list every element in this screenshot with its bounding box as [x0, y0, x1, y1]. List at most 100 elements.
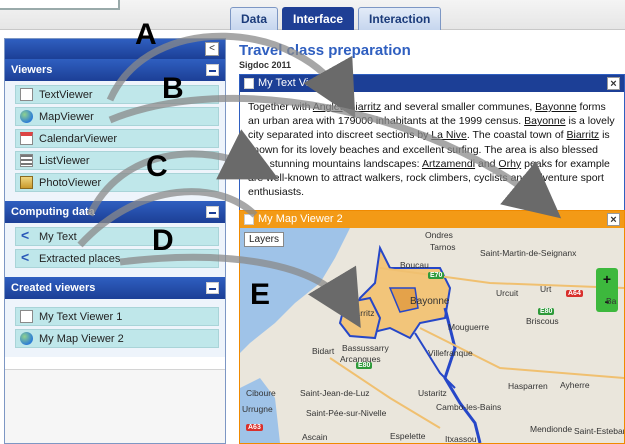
item-label: My Text Viewer 1 — [39, 310, 123, 323]
map-place-label: Boucau — [400, 260, 429, 270]
text-viewer-content: Together with Anglet, Biarritz and sever… — [240, 92, 624, 199]
place-link[interactable]: Biarritz — [348, 101, 381, 113]
calendar-icon — [20, 132, 33, 145]
map-place-label: Bayonne — [410, 296, 450, 307]
data-item-my-text[interactable]: My Text — [15, 227, 219, 246]
item-label: TextViewer — [39, 88, 93, 101]
place-link[interactable]: Bayonne — [524, 115, 565, 127]
map-place-label: Ondres — [425, 230, 453, 240]
map-place-label: Urt — [540, 284, 552, 294]
map-place-label: Biarritz — [348, 308, 375, 318]
place-link[interactable]: Orhy — [498, 158, 521, 170]
place-link[interactable]: Artzamendi — [422, 158, 475, 170]
map-place-label: Urrugne — [242, 404, 273, 414]
close-button[interactable]: × — [607, 213, 620, 226]
close-button[interactable]: × — [607, 77, 620, 90]
map-place-label: Mouguerre — [448, 322, 490, 332]
section-computing-data[interactable]: Computing data — [5, 201, 225, 223]
road-badge: A63 — [246, 424, 263, 431]
map-place-label: Ascain — [302, 432, 328, 442]
place-link[interactable]: Bayonne — [535, 101, 576, 113]
logo — [0, 0, 120, 10]
left-panel: < Viewers TextViewer MapViewer CalendarV… — [4, 38, 226, 444]
created-item-map-viewer-2[interactable]: My Map Viewer 2 — [15, 329, 219, 348]
annotation-label-c: C — [146, 150, 168, 183]
text-fragment: and — [475, 157, 499, 170]
tab-interaction[interactable]: Interaction — [358, 7, 442, 30]
section-created-viewers[interactable]: Created viewers — [5, 277, 225, 299]
viewer-item-mapviewer[interactable]: MapViewer — [15, 107, 219, 126]
place-link[interactable]: Biarritz — [567, 129, 600, 141]
minimize-icon[interactable] — [206, 64, 219, 76]
minimize-icon[interactable] — [206, 206, 219, 218]
panel-empty-area — [5, 369, 225, 443]
item-label: MapViewer — [39, 110, 94, 123]
map-viewer-header[interactable]: My Map Viewer 2 × — [240, 211, 624, 228]
share-icon — [20, 227, 33, 243]
map-place-label: Saint-Jean-de-Luz — [300, 388, 370, 398]
item-label: My Map Viewer 2 — [39, 332, 124, 345]
text-viewer-header[interactable]: My Text Viewer 1 × — [240, 75, 624, 92]
map-place-label: Villefranque — [428, 348, 473, 358]
globe-icon — [20, 332, 33, 345]
layers-button[interactable]: Layers — [244, 232, 285, 247]
item-label: PhotoViewer — [39, 176, 102, 189]
document-icon — [244, 78, 254, 89]
place-link[interactable]: La Nive — [431, 129, 467, 141]
map-viewer-window: My Map Viewer 2 × Layers + - Ondres Tarn… — [239, 210, 625, 444]
document-icon — [20, 88, 33, 101]
section-viewers[interactable]: Viewers — [5, 59, 225, 81]
page-title: Travel class preparation — [239, 42, 411, 59]
viewer-item-photoviewer[interactable]: PhotoViewer — [15, 173, 219, 192]
document-icon — [20, 310, 33, 323]
created-viewers-list: My Text Viewer 1 My Map Viewer 2 — [5, 299, 225, 357]
text-fragment: and several smaller communes, — [381, 101, 536, 113]
map-place-label: Ciboure — [246, 388, 276, 398]
map-place-label: Ustaritz — [418, 388, 447, 398]
road-badge: A64 — [566, 290, 583, 297]
share-icon — [20, 249, 33, 265]
section-title: Computing data — [11, 206, 95, 218]
viewer-item-calendarviewer[interactable]: CalendarViewer — [15, 129, 219, 148]
viewer-item-textviewer[interactable]: TextViewer — [15, 85, 219, 104]
tab-data[interactable]: Data — [230, 7, 279, 30]
computing-data-list: My Text Extracted places — [5, 223, 225, 277]
section-title: Viewers — [11, 64, 53, 76]
zoom-in-button[interactable]: + — [596, 268, 618, 290]
text-fragment: . The coastal town of — [466, 129, 567, 142]
list-icon — [20, 154, 33, 167]
photo-icon — [20, 176, 33, 189]
viewers-list: TextViewer MapViewer CalendarViewer List… — [5, 81, 225, 201]
road-badge: E80 — [538, 308, 555, 315]
top-strip: Data Interface Interaction — [0, 0, 625, 30]
map-place-label: Ayherre — [560, 380, 590, 390]
map-place-label: Itxassou — [445, 434, 477, 443]
viewer-item-listviewer[interactable]: ListViewer — [15, 151, 219, 170]
globe-icon — [20, 110, 33, 123]
map-place-label: Saint-Martin-de-Seignanx — [480, 248, 577, 258]
text-fragment: Together with — [248, 101, 313, 113]
place-link[interactable]: Anglet — [313, 101, 343, 113]
map-place-label: Ba — [606, 296, 617, 306]
road-badge: E80 — [356, 362, 373, 369]
map-place-label: Tarnos — [430, 242, 456, 252]
route-line — [414, 332, 456, 389]
created-item-text-viewer-1[interactable]: My Text Viewer 1 — [15, 307, 219, 326]
collapse-panel-button[interactable]: < — [205, 42, 219, 56]
map-canvas[interactable]: Layers + - Ondres Tarnos Saint-Martin-de… — [240, 228, 624, 443]
item-label: CalendarViewer — [39, 132, 118, 145]
page-subtitle: Sigdoc 2011 — [239, 60, 292, 70]
map-place-label: Briscous — [526, 316, 559, 326]
map-place-label: Urcuit — [496, 288, 519, 298]
map-graphics — [240, 228, 624, 443]
data-item-extracted-places[interactable]: Extracted places — [15, 249, 219, 268]
map-place-label: Mendionde — [530, 424, 573, 434]
minimize-icon[interactable] — [206, 282, 219, 294]
map-place-label: Saint-Pée-sur-Nivelle — [306, 408, 387, 418]
tab-interface[interactable]: Interface — [282, 7, 355, 30]
item-label: Extracted places — [39, 252, 121, 265]
panel-header-bar: < — [5, 39, 225, 59]
annotation-label-e: E — [250, 278, 271, 311]
main-content: Travel class preparation Sigdoc 2011 My … — [233, 30, 625, 444]
map-place-label: Espelette — [390, 431, 426, 441]
